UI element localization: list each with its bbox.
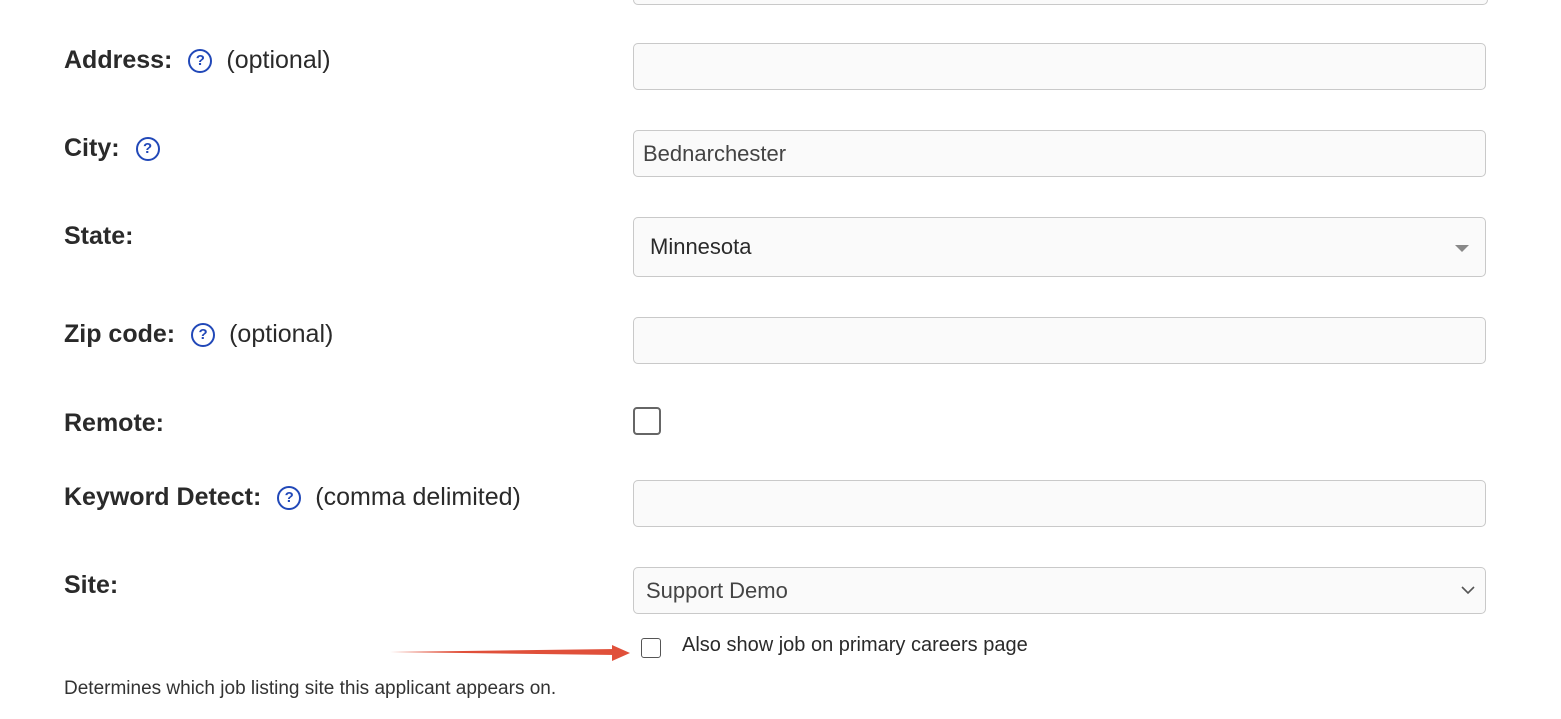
address-input[interactable] bbox=[633, 43, 1486, 90]
address-label-row: Address: ? (optional) bbox=[64, 46, 331, 75]
city-label-row: City: ? bbox=[64, 134, 160, 163]
keyword-label-row: Keyword Detect: ? (comma delimited) bbox=[64, 483, 521, 512]
city-label: City: bbox=[64, 134, 120, 162]
zip-label: Zip code: bbox=[64, 320, 176, 348]
remote-label: Remote: bbox=[64, 409, 165, 437]
site-help-text: Determines which job listing site this a… bbox=[64, 678, 557, 699]
address-label: Address: bbox=[64, 46, 173, 74]
state-select-value: Minnesota bbox=[650, 234, 752, 259]
keyword-input[interactable] bbox=[633, 480, 1486, 527]
annotation-arrow-icon bbox=[390, 645, 630, 661]
site-label: Site: bbox=[64, 571, 119, 599]
address-help-icon[interactable]: ? bbox=[188, 48, 213, 73]
address-hint: (optional) bbox=[226, 46, 331, 74]
also-show-primary-checkbox[interactable] bbox=[641, 638, 661, 658]
site-select-value: Support Demo bbox=[646, 577, 788, 603]
keyword-hint: (comma delimited) bbox=[315, 483, 521, 511]
keyword-label: Keyword Detect: bbox=[64, 483, 262, 511]
keyword-help-icon[interactable]: ? bbox=[277, 485, 302, 510]
state-label: State: bbox=[64, 222, 134, 250]
also-show-primary-label[interactable]: Also show job on primary careers page bbox=[682, 634, 1028, 657]
city-input[interactable]: Bednarchester bbox=[633, 130, 1486, 177]
job-location-form: Address: ? (optional) City: ? Bednarches… bbox=[0, 0, 1561, 719]
zip-hint: (optional) bbox=[229, 320, 334, 348]
zip-label-row: Zip code: ? (optional) bbox=[64, 320, 333, 349]
site-label-row: Site: bbox=[64, 571, 118, 600]
state-select[interactable]: Minnesota bbox=[633, 217, 1486, 277]
remote-checkbox[interactable] bbox=[633, 407, 661, 435]
site-select[interactable]: Support Demo bbox=[633, 567, 1486, 614]
state-label-row: State: bbox=[64, 222, 133, 251]
caret-down-icon bbox=[1455, 245, 1469, 252]
chevron-down-icon bbox=[1461, 582, 1475, 598]
zip-help-icon[interactable]: ? bbox=[191, 322, 216, 347]
remote-label-row: Remote: bbox=[64, 409, 164, 438]
city-help-icon[interactable]: ? bbox=[135, 136, 160, 161]
zip-input[interactable] bbox=[633, 317, 1486, 364]
previous-field-edge[interactable] bbox=[633, 0, 1488, 5]
